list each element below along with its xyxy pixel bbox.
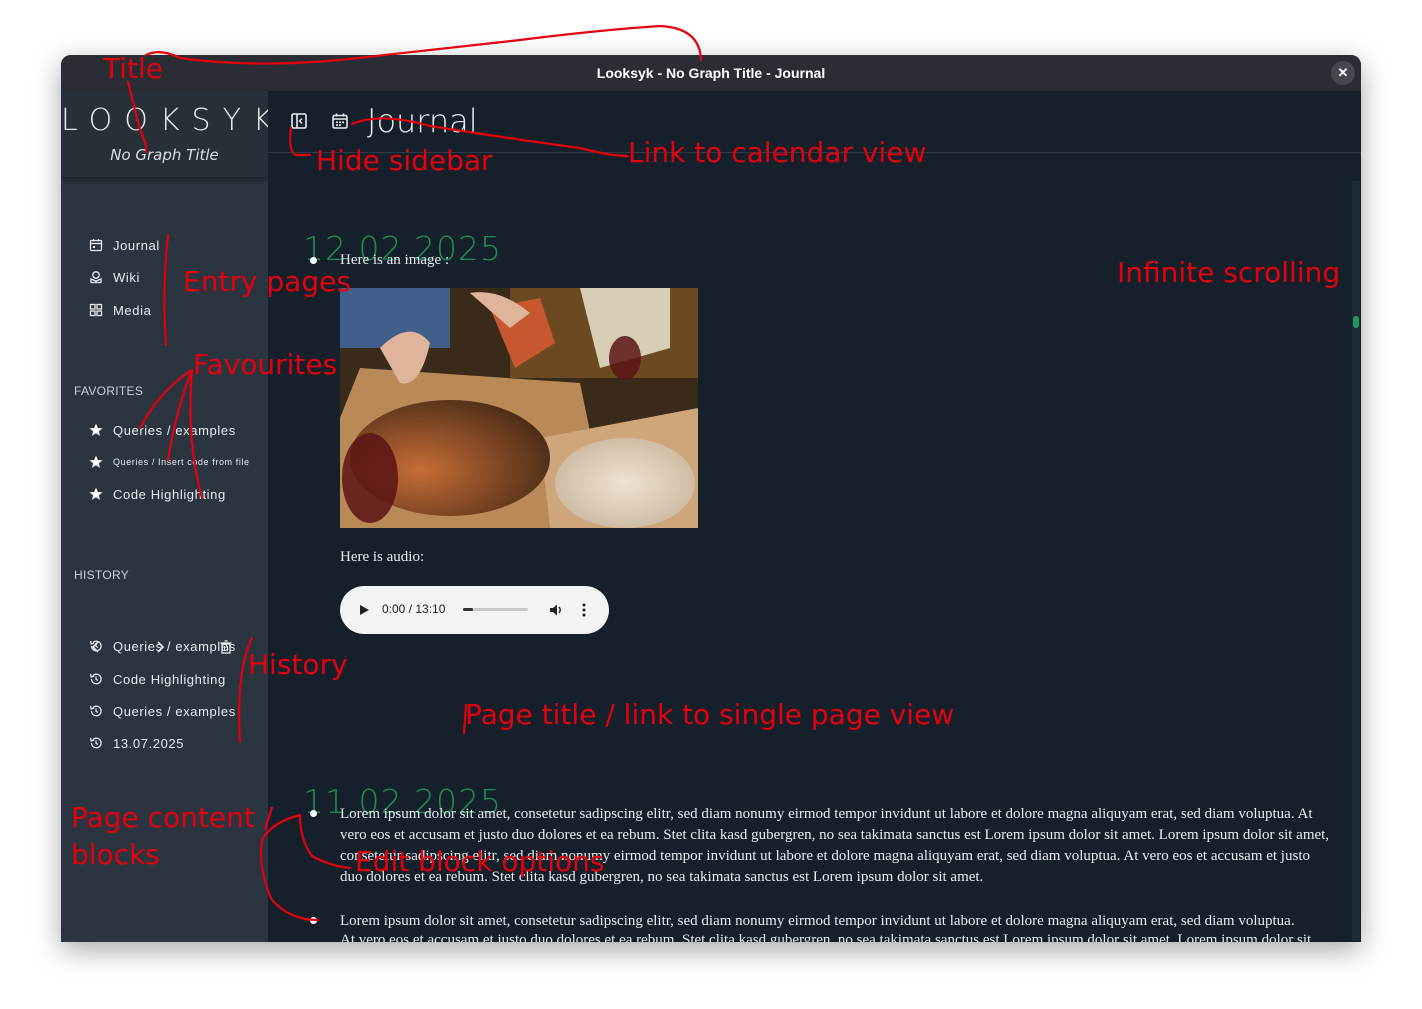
- block-text[interactable]: Here is an image :: [340, 250, 1240, 271]
- hide-sidebar-icon[interactable]: [290, 112, 308, 130]
- block-bullet[interactable]: [310, 810, 317, 817]
- annotation-title: Title: [103, 52, 164, 85]
- history-item[interactable]: Queries / examples: [89, 636, 236, 656]
- grid-icon: [89, 303, 103, 317]
- sidebar-item-label: Journal: [113, 237, 160, 253]
- history-icon: [89, 705, 102, 717]
- annotation-history: History: [248, 648, 348, 681]
- star-icon: [89, 487, 103, 500]
- window-title: Looksyk - No Graph Title - Journal: [596, 65, 826, 81]
- annotation-blocks: blocks: [71, 838, 160, 871]
- block-bullet[interactable]: [310, 257, 317, 264]
- volume-icon[interactable]: [548, 602, 564, 618]
- audio-time: 0:00 / 13:10: [382, 602, 446, 616]
- clipped-text-line: At vero eos et accusam et justo duo dolo…: [340, 934, 1330, 942]
- block-text[interactable]: At vero eos et accusam et justo duo dolo…: [340, 934, 1330, 942]
- sidebar-item-label: Wiki: [113, 269, 140, 285]
- brand-header: LOOKSYK No Graph Title: [61, 91, 285, 177]
- favorite-item[interactable]: Code Highlighting: [89, 484, 226, 504]
- history-label: Queries / examples: [113, 638, 236, 654]
- main-content: Journal 12.02.2025 Here is an image : He…: [268, 91, 1361, 942]
- history-label: 13.07.2025: [113, 735, 185, 751]
- play-icon[interactable]: [358, 604, 370, 616]
- audio-progress-fill: [463, 608, 473, 611]
- scrollbar-thumb[interactable]: [1353, 316, 1359, 328]
- history-label: Code Highlighting: [113, 671, 226, 687]
- annotation-hide-sidebar: Hide sidebar: [316, 144, 493, 177]
- favorite-item[interactable]: Queries / examples: [89, 420, 236, 440]
- page-title: Journal: [367, 102, 478, 140]
- graph-title: No Graph Title: [110, 146, 219, 164]
- block-text[interactable]: Here is audio:: [340, 547, 1240, 568]
- star-icon: [89, 455, 103, 468]
- sidebar-item-wiki[interactable]: Wiki: [89, 267, 140, 287]
- app-logo: LOOKSYK: [61, 103, 285, 138]
- annotation-calendar-link: Link to calendar view: [628, 136, 927, 169]
- history-item[interactable]: Code Highlighting: [89, 669, 226, 689]
- history-heading: HISTORY: [74, 568, 130, 582]
- annotation-infinite-scrolling: Infinite scrolling: [1117, 256, 1341, 289]
- window-titlebar: Looksyk - No Graph Title - Journal ✕: [61, 55, 1361, 91]
- sidebar-item-label: Media: [113, 302, 152, 318]
- calendar-icon: [89, 239, 103, 252]
- audio-player[interactable]: 0:00 / 13:10: [340, 586, 609, 634]
- scrollbar[interactable]: [1352, 181, 1360, 941]
- history-label: Queries / examples: [113, 703, 236, 719]
- favorite-item[interactable]: Queries / Insert code from file: [89, 452, 250, 472]
- favorites-heading: FAVORITES: [74, 384, 144, 398]
- block-bullet[interactable]: [310, 917, 317, 924]
- annotation-page-content: Page content /: [71, 801, 274, 834]
- history-item[interactable]: Queries / examples: [89, 701, 236, 721]
- annotation-entry-pages: Entry pages: [183, 265, 351, 298]
- calendar-view-icon[interactable]: [331, 112, 349, 130]
- more-options-icon[interactable]: [580, 602, 588, 618]
- block-text[interactable]: Lorem ipsum dolor sit amet, consetetur s…: [340, 911, 1330, 932]
- history-item[interactable]: 13.07.2025: [89, 733, 184, 753]
- wiki-icon: [90, 271, 102, 284]
- history-icon: [89, 737, 102, 749]
- history-icon: [89, 673, 102, 685]
- close-button[interactable]: ✕: [1331, 61, 1355, 85]
- sidebar-item-journal[interactable]: Journal: [89, 235, 160, 255]
- star-icon: [89, 423, 103, 436]
- favorite-label: Queries / Insert code from file: [113, 457, 250, 467]
- favorite-label: Code Highlighting: [113, 486, 226, 502]
- pizza-photo: [340, 288, 698, 528]
- sidebar-item-media[interactable]: Media: [89, 300, 151, 320]
- annotation-favourites: Favourites: [193, 348, 338, 381]
- history-icon: [89, 640, 102, 652]
- annotation-edit-block: Edit block options: [355, 845, 605, 878]
- annotation-page-title-link: Page title / link to single page view: [465, 698, 955, 731]
- favorite-label: Queries / examples: [113, 422, 236, 438]
- audio-progress-track[interactable]: [463, 608, 528, 611]
